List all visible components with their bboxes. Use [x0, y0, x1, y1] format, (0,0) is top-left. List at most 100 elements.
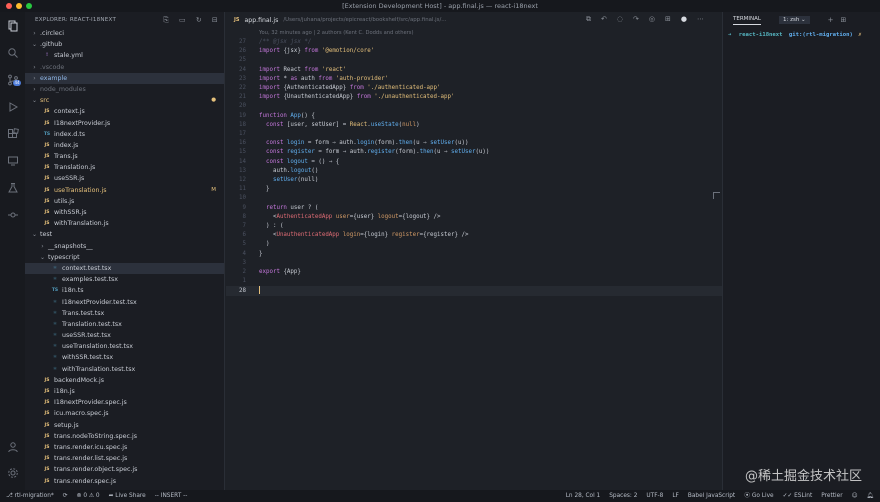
- compare-icon[interactable]: ⧉: [586, 15, 591, 24]
- tree-file[interactable]: JS setup.js: [25, 420, 224, 431]
- tree-file[interactable]: JS useTranslation.js M: [25, 185, 224, 196]
- explorer-header: EXPLORER: REACT-I18NEXT ⎘ ▭ ↻ ⊟: [25, 12, 224, 28]
- collapse-all-icon[interactable]: ⊟: [212, 16, 218, 25]
- sync-icon[interactable]: ⟳: [63, 490, 68, 502]
- unsaved-dot-icon[interactable]: ●: [681, 15, 687, 24]
- maximize-window-button[interactable]: [26, 3, 32, 9]
- tree-file[interactable]: JS withSSR.js: [25, 207, 224, 218]
- tab-app-final-js[interactable]: app.final.js: [244, 17, 278, 24]
- run-debug-icon[interactable]: [0, 93, 25, 120]
- tree-file[interactable]: ⚛ Translation.test.tsx: [25, 319, 224, 330]
- branch-status[interactable]: ⎇ rtl-migration*: [6, 490, 54, 502]
- tree-file[interactable]: ⚛ context.test.tsx: [25, 262, 224, 275]
- feedback-icon[interactable]: ☺: [852, 490, 858, 502]
- tab-terminal[interactable]: TERMINAL: [733, 15, 761, 25]
- tree-folder[interactable]: › node_modules: [25, 84, 224, 95]
- tree-folder[interactable]: ⌄ typescript: [25, 252, 224, 263]
- git-graph-icon[interactable]: [0, 201, 25, 228]
- code-token: import: [259, 94, 280, 101]
- tree-file[interactable]: ! stale.yml: [25, 50, 224, 61]
- eol-status[interactable]: LF: [672, 490, 679, 502]
- testing-icon[interactable]: [0, 174, 25, 201]
- files-icon[interactable]: [0, 12, 25, 39]
- line-number: 14: [239, 158, 246, 165]
- notifications-icon[interactable]: 🔔︎: [867, 490, 874, 502]
- cursor-position[interactable]: Ln 28, Col 1: [566, 490, 601, 502]
- new-file-icon[interactable]: ⎘: [163, 16, 169, 25]
- tree-file[interactable]: JS Translation.js: [25, 162, 224, 173]
- tree-file[interactable]: ⚛ Trans.test.tsx: [25, 308, 224, 319]
- tree-file[interactable]: JS trans.render.list.spec.js: [25, 453, 224, 464]
- code-line: 10: [226, 194, 722, 203]
- close-window-button[interactable]: [6, 3, 12, 9]
- tree-file[interactable]: ⚛ withSSR.test.tsx: [25, 352, 224, 363]
- tree-file[interactable]: JS utils.js: [25, 196, 224, 207]
- tree-file[interactable]: JS useSSR.js: [25, 173, 224, 184]
- code-token: import: [259, 75, 280, 82]
- tree-file[interactable]: JS I18nextProvider.spec.js: [25, 397, 224, 408]
- tree-folder[interactable]: ⌄ test: [25, 229, 224, 240]
- encoding-status[interactable]: UTF-8: [646, 490, 663, 502]
- tree-file[interactable]: JS i18n.js: [25, 386, 224, 397]
- settings-gear-icon[interactable]: [0, 459, 25, 486]
- tree-file[interactable]: JS withTranslation.js: [25, 218, 224, 229]
- tree-file[interactable]: JS Trans.js: [25, 151, 224, 162]
- minimap-indicator[interactable]: [713, 192, 720, 199]
- tree-file[interactable]: JS icu.macro.spec.js: [25, 408, 224, 419]
- eslint-status[interactable]: ✓✓ ESLint: [783, 490, 813, 502]
- tree-file[interactable]: ⚛ examples.test.tsx: [25, 274, 224, 285]
- code-line: 19 function App() {: [226, 112, 722, 121]
- previous-change-icon[interactable]: ↶: [601, 15, 607, 24]
- remote-icon[interactable]: [0, 147, 25, 174]
- go-live-status[interactable]: ⦿ Go Live: [744, 490, 773, 502]
- tree-file[interactable]: JS backendMock.js: [25, 375, 224, 386]
- indentation-status[interactable]: Spaces: 2: [609, 490, 637, 502]
- prettier-status[interactable]: Prettier: [821, 490, 842, 502]
- live-share-status[interactable]: ➦ Live Share: [109, 490, 146, 502]
- terminal-output[interactable]: ➜ react-i18next git:(rtl-migration) ✗: [723, 28, 880, 38]
- more-actions-icon[interactable]: ⋯: [697, 15, 704, 24]
- tree-file[interactable]: JS trans.render.icu.spec.js: [25, 442, 224, 453]
- problems-status[interactable]: ⊗ 0 ⚠ 0: [77, 490, 100, 502]
- tree-file[interactable]: JS trans.render.object.spec.js: [25, 464, 224, 475]
- terminal-select[interactable]: 1: zsh ⌄: [778, 16, 810, 24]
- tree-file[interactable]: JS trans.render.spec.js: [25, 476, 224, 487]
- tree-file[interactable]: ⚛ I18nextProvider.test.tsx: [25, 297, 224, 308]
- tree-file[interactable]: ⚛ useTranslation.test.tsx: [25, 341, 224, 352]
- account-icon[interactable]: [0, 433, 25, 460]
- tree-folder[interactable]: ⌄ src ●: [25, 95, 224, 106]
- tree-folder[interactable]: › .circleci: [25, 28, 224, 39]
- sidebar-divider[interactable]: [224, 12, 225, 490]
- tree-folder[interactable]: › .vscode: [25, 62, 224, 73]
- new-terminal-icon[interactable]: +: [828, 16, 834, 24]
- minimize-window-button[interactable]: [16, 3, 22, 9]
- next-change-icon[interactable]: ↷: [633, 15, 639, 24]
- refresh-icon[interactable]: ↻: [196, 16, 202, 25]
- tree-file[interactable]: TS index.d.ts: [25, 129, 224, 140]
- code-area[interactable]: 27/** @jsx jsx */26 import {jsx} from '@e…: [226, 38, 722, 490]
- tree-file[interactable]: TS i18n.ts: [25, 285, 224, 296]
- toggle-blame-icon[interactable]: ◎: [649, 15, 655, 24]
- language-mode[interactable]: Babel JavaScript: [688, 490, 735, 502]
- tree-folder[interactable]: ⌄ .github: [25, 39, 224, 50]
- open-changes-icon[interactable]: ◌: [617, 15, 623, 24]
- new-folder-icon[interactable]: ▭: [179, 16, 186, 25]
- code-token: function: [259, 112, 287, 119]
- extensions-icon[interactable]: [0, 120, 25, 147]
- tree-file[interactable]: ⚛ withTranslation.test.tsx: [25, 364, 224, 375]
- tree-file[interactable]: JS index.js: [25, 140, 224, 151]
- source-control-icon[interactable]: 44: [0, 66, 25, 93]
- tree-file[interactable]: JS context.js: [25, 106, 224, 117]
- tree-item-label: withSSR.test.tsx: [62, 354, 114, 362]
- tree-folder[interactable]: › example: [25, 72, 224, 84]
- tree-file[interactable]: JS I18nextProvider.js: [25, 118, 224, 129]
- tree-item-label: __snapshots__: [48, 242, 93, 250]
- split-terminal-icon[interactable]: ⊞: [841, 16, 847, 24]
- git-status-badge: M: [211, 186, 216, 193]
- tree-file[interactable]: ⚛ useSSR.test.tsx: [25, 330, 224, 341]
- tree-item-label: setup.js: [54, 421, 79, 429]
- split-editor-icon[interactable]: ⊞: [665, 15, 671, 24]
- search-icon[interactable]: [0, 39, 25, 66]
- tree-folder[interactable]: › __snapshots__: [25, 241, 224, 252]
- tree-file[interactable]: JS trans.nodeToString.spec.js: [25, 431, 224, 442]
